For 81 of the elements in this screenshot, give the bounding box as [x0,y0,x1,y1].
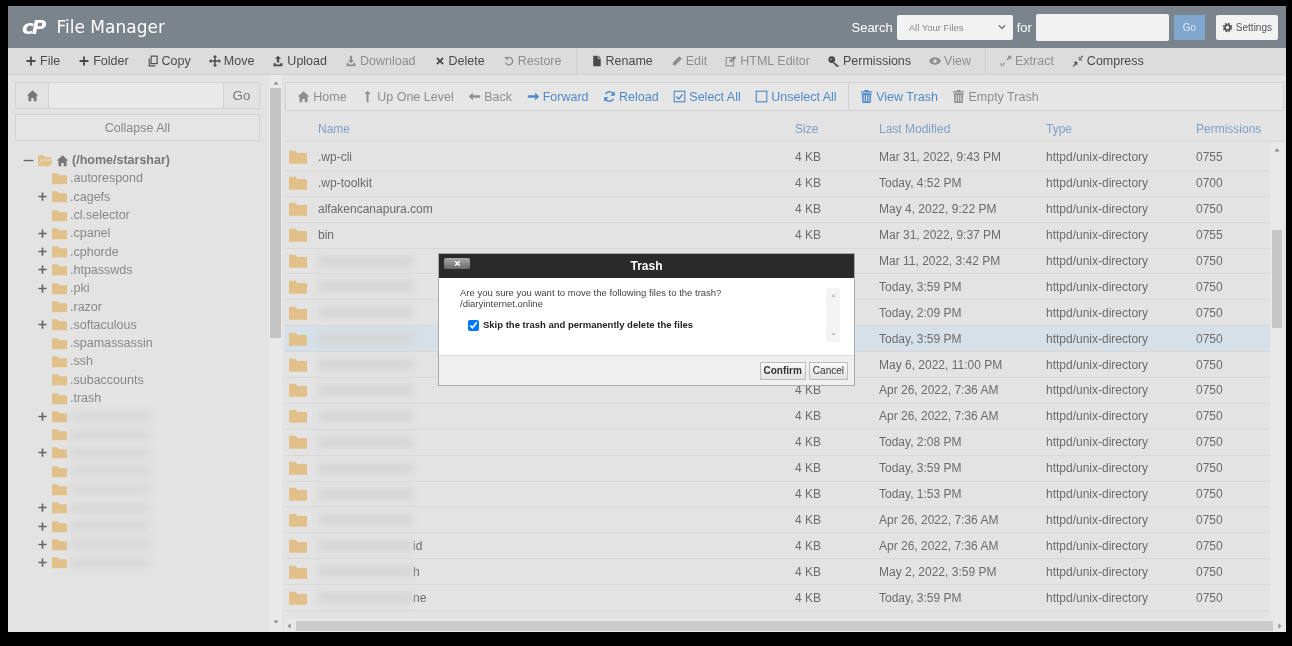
file-name: .wp-toolkit [318,176,373,191]
file-type: httpd/unix-directory [1046,254,1150,268]
file-type: httpd/unix-directory [1046,435,1150,450]
file-type: httpd/unix-directory [1046,383,1150,398]
file-type: httpd/unix-directory [1046,228,1150,243]
file-size: 4 KB [795,176,821,191]
file-type: httpd/unix-directory [1046,409,1150,424]
modified-date: Today, 4:52 PM [879,176,963,191]
modified-date: Today, 3:59 PM [879,279,963,294]
permissions: 0750 [1196,538,1224,553]
modified-date: Today, 3:59 PM [879,461,963,476]
permissions: 0750 [1196,564,1224,579]
file-type: httpd/unix-directory [1046,150,1150,165]
modified-date: May 6, 2022, 11:00 PM [879,357,1004,372]
file-size: 4 KB [795,150,821,165]
file-type: httpd/unix-directory [1046,357,1150,372]
permissions: 0750 [1196,512,1224,527]
file-path: /diaryinternet.online [460,298,544,310]
file-type: httpd/unix-directory [1046,590,1150,605]
file-name: ne [413,590,427,605]
modified-date: Mar 11, 2022, 3:42 PM [879,254,1002,268]
dialog-title: Trash [629,259,664,273]
permissions: 0750 [1196,279,1224,294]
file-type: httpd/unix-directory [1046,564,1150,579]
file-size: 4 KB [795,538,821,553]
modified-date: Today, 1:53 PM [879,487,963,501]
file-type: httpd/unix-directory [1046,279,1150,294]
file-type: httpd/unix-directory [1046,538,1150,553]
for-label: for [1016,19,1032,35]
cpanel-logo: cP [22,15,45,39]
file-size: 4 KB [795,409,821,424]
modified-date: Today, 2:09 PM [879,305,963,320]
permissions: 0755 [1196,150,1224,165]
file-type: httpd/unix-directory [1046,487,1150,501]
file-name: bin [318,228,334,243]
file-name: h [413,564,420,579]
file-name: id [413,538,423,553]
modified-date: Today, 3:59 PM [879,590,963,605]
permissions: 0750 [1196,331,1224,346]
modified-date: Mar 31, 2022, 9:37 PM [879,228,1003,243]
modified-date: Today, 2:08 PM [879,435,963,450]
file-size: 4 KB [795,202,821,217]
permissions: 0750 [1196,435,1224,450]
file-type: httpd/unix-directory [1046,512,1150,527]
permissions: 0750 [1196,305,1224,320]
permissions: 0750 [1196,409,1224,424]
modified-date: Apr 26, 2022, 7:36 AM [879,409,1000,424]
app-title: File Manager [56,17,166,37]
checkbox-label: Skip the trash and permanently delete the files [483,319,694,331]
modified-date: Today, 3:59 PM [879,331,963,346]
modified-date: May 4, 2022, 9:22 PM [879,202,998,217]
permissions: 0700 [1196,176,1224,191]
permissions: 0750 [1196,487,1224,501]
modified-date: May 2, 2022, 3:59 PM [879,564,998,579]
file-size: 4 KB [795,435,821,450]
search-label: Search [851,19,893,35]
dialog-message: Are you sure you want to move the following files to the trash? [460,288,723,299]
permissions: 0750 [1196,383,1224,398]
permissions: 0750 [1196,590,1224,605]
file-type: httpd/unix-directory [1046,331,1150,346]
file-type: httpd/unix-directory [1046,202,1150,217]
permissions: 0750 [1196,357,1224,372]
modified-date: Apr 26, 2022, 7:36 AM [879,538,1000,553]
file-name: alfakencanapura.com [318,202,433,217]
file-size: 4 KB [795,564,821,579]
modified-date: Apr 26, 2022, 7:36 AM [879,383,1000,398]
file-type: httpd/unix-directory [1046,176,1150,191]
file-size: 4 KB [795,461,821,476]
file-name: .wp-cli [318,150,352,165]
file-size: 4 KB [795,487,821,501]
permissions: 0750 [1196,202,1224,217]
permissions: 0755 [1196,228,1224,243]
file-size: 4 KB [795,590,821,605]
file-type: httpd/unix-directory [1046,305,1150,320]
modified-date: Apr 26, 2022, 7:36 AM [879,512,1000,527]
permissions: 0750 [1196,254,1224,268]
file-type: httpd/unix-directory [1046,461,1150,476]
file-size: 4 KB [795,512,821,527]
permissions: 0750 [1196,461,1224,476]
file-size: 4 KB [795,228,821,243]
modified-date: Mar 31, 2022, 9:43 PM [879,150,1003,165]
